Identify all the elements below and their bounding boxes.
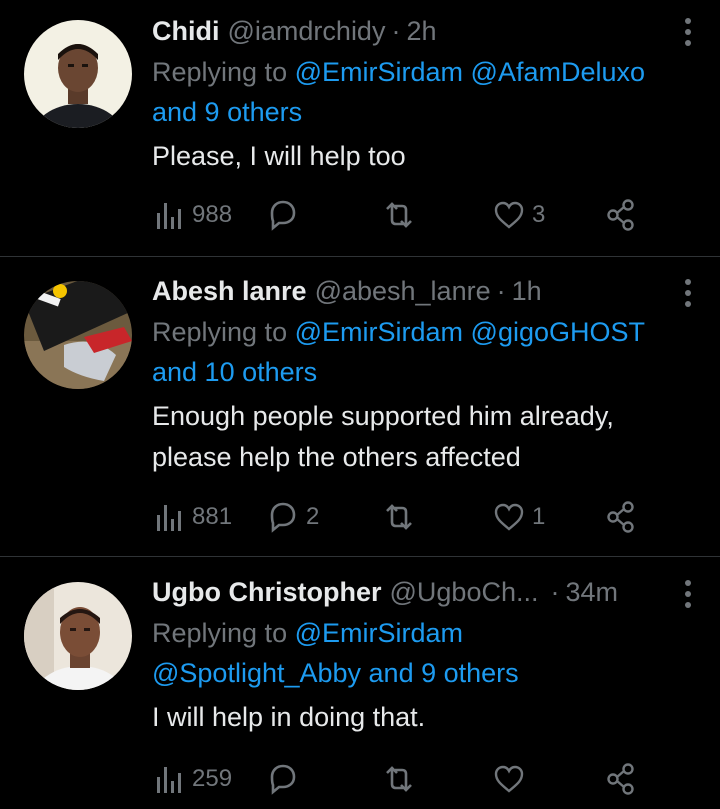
views-icon [157, 505, 181, 531]
replying-to: Replying to @EmirSirdam @AfamDeluxo and … [152, 52, 672, 132]
like-count: 3 [532, 201, 546, 228]
timestamp[interactable]: 34m [565, 575, 618, 609]
reply-icon [270, 764, 296, 795]
tweet-header: Abesh lanre @abesh_lanre · 1h [152, 274, 692, 308]
replying-label: Replying to [152, 57, 288, 87]
views-button[interactable]: 881 [156, 499, 232, 535]
like-count: 1 [532, 503, 546, 530]
like-icon [494, 503, 524, 531]
tweet-text: I will help in doing that. [152, 697, 672, 738]
views-icon [157, 767, 181, 793]
reply-count: 2 [306, 503, 320, 530]
views-count: 988 [192, 201, 233, 228]
share-button[interactable] [606, 197, 636, 233]
replying-to: Replying to @EmirSirdam @gigoGHOST and 1… [152, 312, 692, 392]
more-options-button[interactable] [684, 17, 692, 47]
reply-button[interactable]: 2 [266, 499, 319, 535]
views-button[interactable]: 259 [156, 761, 232, 797]
display-name[interactable]: Ugbo Christopher [152, 575, 382, 609]
more-icon [685, 18, 691, 46]
share-button[interactable] [606, 761, 636, 797]
like-button[interactable]: 3 [494, 197, 545, 233]
reply-icon [270, 502, 296, 533]
tweet-text: Enough people supported him already, ple… [152, 396, 692, 478]
user-handle[interactable]: @UgboCh... [390, 575, 539, 609]
tweet-actions: 988 3 [156, 197, 700, 233]
reply-button[interactable] [266, 761, 306, 797]
tweet-text-line: I will help in doing that. [152, 702, 426, 732]
tweet-actions: 259 [156, 761, 700, 797]
retweet-icon [386, 766, 412, 792]
avatar[interactable] [24, 582, 132, 690]
retweet-button[interactable] [382, 499, 424, 535]
more-options-button[interactable] [684, 278, 692, 308]
retweet-button[interactable] [382, 197, 424, 233]
reply-icon [270, 200, 296, 231]
tweet-header: Ugbo Christopher @UgboCh... · 34m [152, 575, 672, 609]
retweet-button[interactable] [382, 761, 424, 797]
replying-label: Replying to [152, 618, 288, 648]
mentioned-users[interactable]: @EmirSirdam [295, 618, 463, 648]
tweet-text-line: Enough people supported him already, [152, 401, 614, 431]
like-icon [494, 765, 524, 793]
mentioned-users[interactable]: @EmirSirdam @AfamDeluxo [295, 57, 645, 87]
timestamp[interactable]: 1h [512, 274, 542, 308]
avatar[interactable] [24, 20, 132, 128]
user-handle[interactable]: @abesh_lanre [315, 274, 491, 308]
tweet-text-line: please help the others affected [152, 442, 521, 472]
like-button[interactable] [494, 761, 532, 797]
views-count: 881 [192, 503, 233, 530]
share-icon [607, 501, 634, 533]
share-button[interactable] [606, 499, 636, 535]
tweet-actions: 881 2 1 [156, 499, 700, 535]
more-icon [685, 279, 691, 307]
mentioned-others[interactable]: @Spotlight_Abby and 9 others [152, 658, 519, 688]
mentioned-users[interactable]: @EmirSirdam @gigoGHOST [295, 317, 645, 347]
like-button[interactable]: 1 [494, 499, 545, 535]
reply-button[interactable] [266, 197, 306, 233]
tweet[interactable]: Chidi @iamdrchidy · 2h Replying to @Emir… [0, 0, 720, 256]
share-icon [607, 199, 634, 231]
tweet-header: Chidi @iamdrchidy · 2h [152, 14, 672, 48]
display-name[interactable]: Abesh lanre [152, 274, 307, 308]
replying-to: Replying to @EmirSirdam @Spotlight_Abby … [152, 613, 672, 693]
retweet-icon [386, 202, 412, 228]
views-count: 259 [192, 765, 233, 792]
separator-dot: · [496, 276, 506, 306]
retweet-icon [386, 504, 412, 530]
mentioned-others[interactable]: and 9 others [152, 97, 302, 127]
replying-label: Replying to [152, 317, 288, 347]
more-icon [685, 580, 691, 608]
share-icon [607, 763, 634, 795]
more-options-button[interactable] [684, 579, 692, 609]
mentioned-others[interactable]: and 10 others [152, 357, 317, 387]
display-name[interactable]: Chidi [152, 14, 220, 48]
separator-dot: · [391, 16, 401, 46]
tweet[interactable]: Abesh lanre @abesh_lanre · 1h Replying t… [0, 257, 720, 556]
tweet[interactable]: Ugbo Christopher @UgboCh... · 34m Replyi… [0, 557, 720, 809]
tweet-text: Please, I will help too [152, 136, 672, 177]
views-button[interactable]: 988 [156, 197, 232, 233]
user-handle[interactable]: @iamdrchidy [228, 14, 386, 48]
separator-dot: · [550, 577, 560, 607]
views-icon [157, 203, 181, 229]
tweet-text-line: Please, I will help too [152, 141, 406, 171]
timestamp[interactable]: 2h [406, 14, 436, 48]
like-icon [494, 201, 524, 229]
avatar[interactable] [24, 281, 132, 389]
